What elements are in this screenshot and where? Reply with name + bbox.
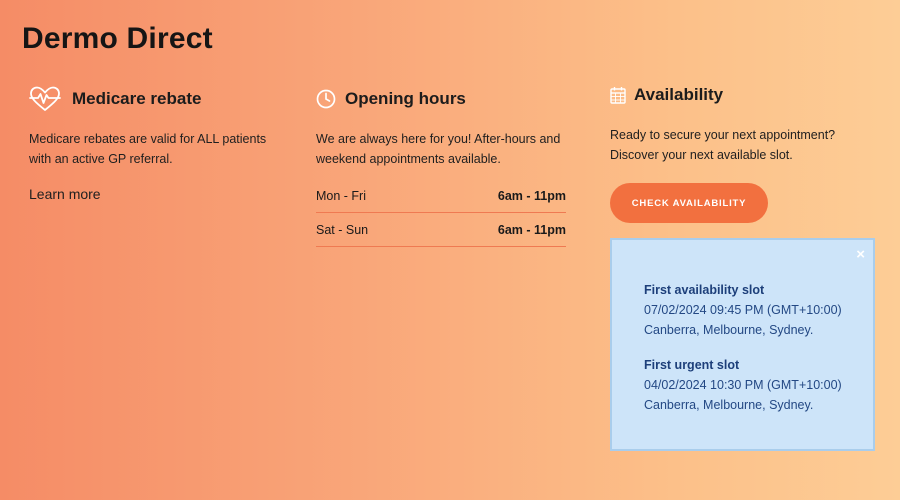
hours-time: 6am - 11pm (497, 222, 566, 237)
slot-location: Canberra, Melbourne, Sydney. (644, 323, 814, 337)
slot-location: Canberra, Melbourne, Sydney. (644, 398, 814, 412)
hours-table: Mon - Fri 6am - 11pm Sat - Sun 6am - 11p… (316, 179, 566, 247)
opening-hours-section: Opening hours We are always here for you… (316, 84, 566, 247)
slot-datetime: 07/02/2024 09:45 PM (GMT+10:00) (644, 303, 842, 317)
medicare-title: Medicare rebate (72, 89, 202, 108)
availability-title: Availability (634, 85, 724, 104)
learn-more-link[interactable]: Learn more (29, 186, 101, 202)
availability-header: Availability (610, 80, 880, 110)
clock-icon (316, 89, 336, 109)
calendar-icon (610, 86, 626, 104)
opening-hours-text: We are always here for you! After-hours … (316, 132, 561, 166)
hours-days: Sat - Sun (316, 222, 369, 237)
opening-hours-header: Opening hours (316, 84, 566, 114)
availability-section: Availability Ready to secure your next a… (610, 80, 880, 223)
first-availability-slot: First availability slot 07/02/2024 09:45… (644, 280, 842, 340)
check-availability-button[interactable]: CHECK AVAILABILITY (610, 183, 768, 223)
slot-title: First availability slot (644, 283, 765, 297)
hours-row-weekend: Sat - Sun 6am - 11pm (316, 213, 566, 247)
first-urgent-slot: First urgent slot 04/02/2024 10:30 PM (G… (644, 355, 842, 415)
availability-slots-panel: × First availability slot 07/02/2024 09:… (610, 238, 875, 451)
medicare-text: Medicare rebates are valid for ALL patie… (29, 132, 267, 166)
availability-text: Ready to secure your next appointment? D… (610, 128, 836, 162)
hours-days: Mon - Fri (316, 188, 366, 203)
opening-hours-title: Opening hours (345, 89, 466, 108)
hours-time: 6am - 11pm (497, 188, 566, 203)
hours-row-weekdays: Mon - Fri 6am - 11pm (316, 179, 566, 213)
heart-pulse-icon (29, 86, 61, 112)
slot-title: First urgent slot (644, 358, 740, 372)
medicare-section: Medicare rebate Medicare rebates are val… (29, 84, 279, 204)
medicare-header: Medicare rebate (29, 84, 279, 114)
slot-datetime: 04/02/2024 10:30 PM (GMT+10:00) (644, 378, 842, 392)
close-icon[interactable]: × (856, 247, 865, 262)
brand-title: Dermo Direct (22, 22, 213, 55)
